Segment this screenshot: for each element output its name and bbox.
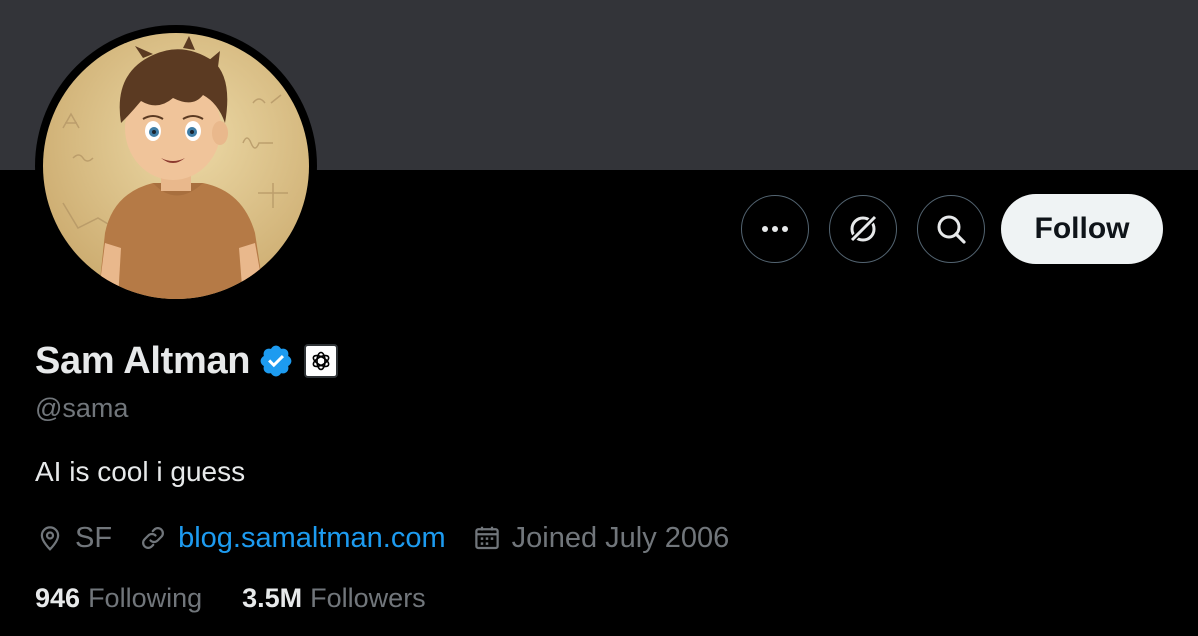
following-label: Following [88, 583, 203, 613]
grok-icon [847, 213, 879, 245]
followers-label: Followers [310, 583, 426, 613]
profile-bio: AI is cool i guess [35, 456, 246, 487]
search-icon [937, 215, 966, 244]
calendar-icon [474, 526, 499, 550]
name-row: Sam Altman [35, 336, 339, 386]
website-link[interactable]: blog.samaltman.com [178, 522, 446, 555]
joined-item: Joined July 2006 [472, 521, 730, 555]
avatar[interactable] [43, 33, 309, 299]
more-button[interactable] [741, 195, 809, 263]
display-name: Sam Altman [35, 339, 251, 382]
following-stat[interactable]: 946 Following [35, 583, 202, 614]
grok-button[interactable] [829, 195, 897, 263]
profile-page: Follow Sam Altman @sama AI is cool i gue… [0, 0, 1198, 636]
affiliate-badge-icon[interactable] [304, 344, 339, 378]
ellipsis-icon [762, 226, 788, 232]
website-item: blog.samaltman.com [138, 522, 446, 555]
link-icon [142, 527, 165, 549]
username-handle: @sama [35, 393, 129, 423]
joined-date: Joined July 2006 [511, 521, 730, 554]
search-button[interactable] [917, 195, 985, 263]
following-count: 946 [35, 583, 81, 613]
location-item: SF [35, 522, 112, 555]
verified-badge-icon[interactable] [258, 343, 294, 379]
followers-stat[interactable]: 3.5M Followers [242, 583, 426, 614]
profile-meta: SF blog.samaltman.com Joined July 2006 [35, 518, 755, 558]
location-pin-icon [40, 526, 60, 551]
follow-button[interactable]: Follow [1001, 194, 1163, 264]
location-text: SF [75, 521, 113, 554]
followers-count: 3.5M [242, 583, 303, 613]
follow-stats: 946 Following 3.5M Followers [35, 583, 466, 614]
profile-actions: Follow [741, 193, 1163, 265]
